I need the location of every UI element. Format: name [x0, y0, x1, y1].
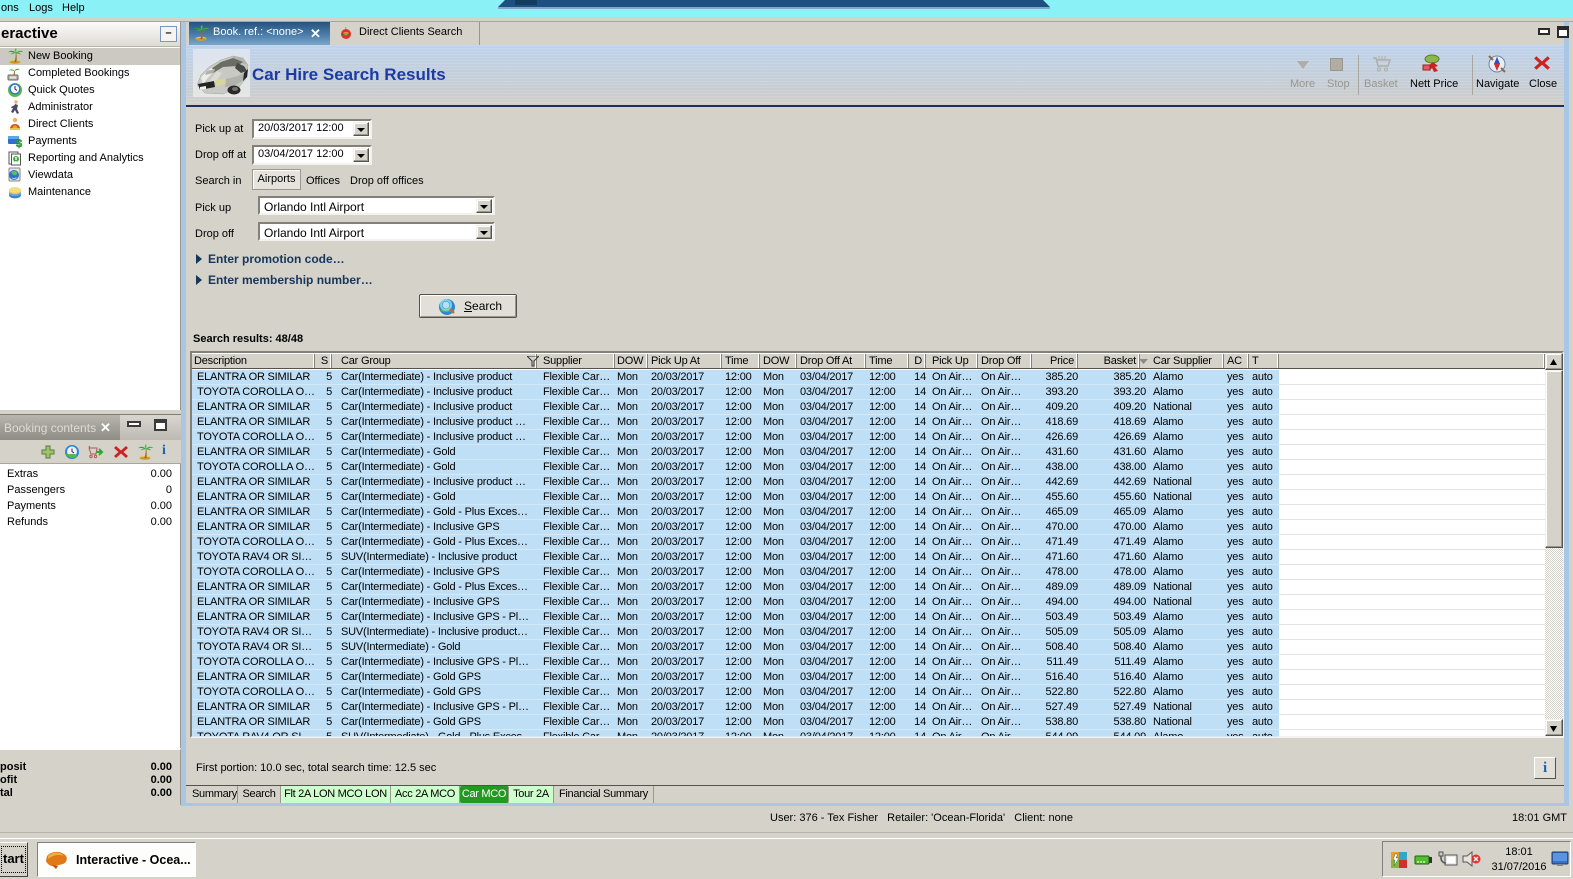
svg-text:$: $ — [16, 138, 22, 149]
